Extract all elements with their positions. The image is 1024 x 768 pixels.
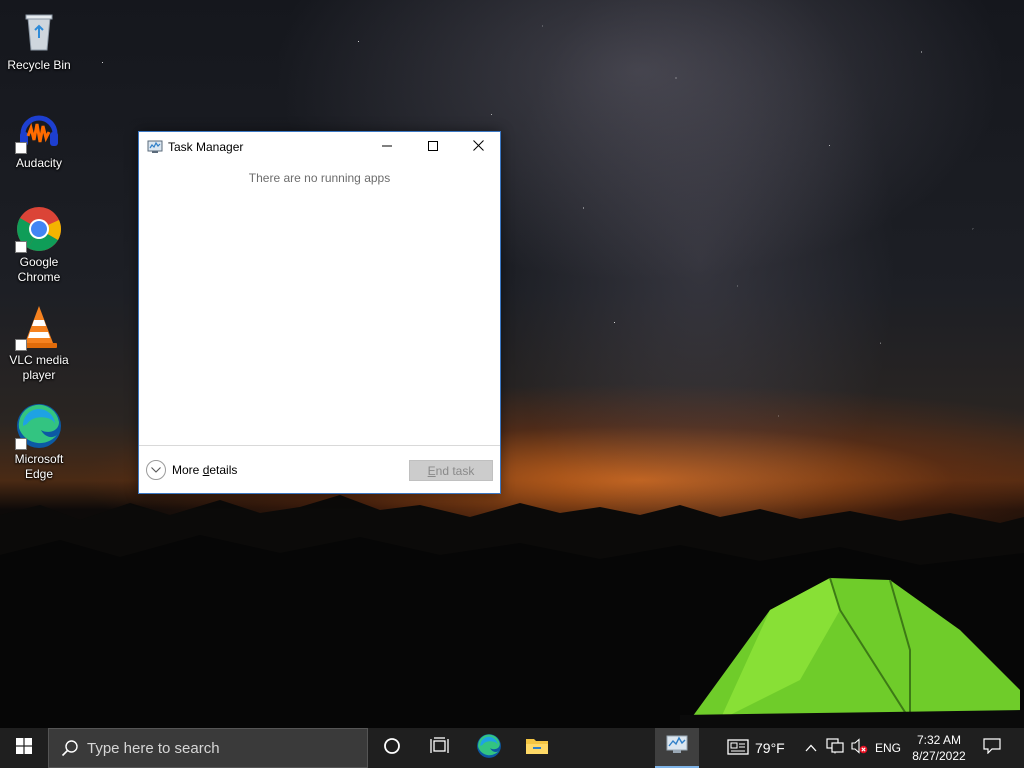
desktop-icon-google-chrome[interactable]: Google Chrome	[4, 205, 74, 285]
more-details-label: More details	[172, 463, 238, 477]
news-weather-icon	[727, 738, 749, 758]
desktop-icon-label: Recycle Bin	[7, 58, 71, 72]
folder-icon	[525, 736, 549, 761]
audacity-icon	[15, 106, 63, 154]
desktop-icon-label: VLC media player	[9, 353, 69, 382]
taskbar-edge-button[interactable]	[467, 728, 511, 768]
chevron-up-icon	[805, 739, 817, 757]
edge-icon	[476, 733, 502, 764]
start-button[interactable]	[0, 728, 48, 768]
weather-widget[interactable]: 79°F	[727, 728, 785, 768]
edge-icon	[15, 402, 63, 450]
maximize-button[interactable]	[410, 132, 456, 161]
desktop-icon-audacity[interactable]: Audacity	[4, 106, 74, 171]
shortcut-arrow-icon	[15, 142, 27, 154]
task-manager-window[interactable]: Task Manager There are no running apps M…	[138, 131, 501, 494]
maximize-icon	[428, 138, 438, 156]
green-tent	[680, 577, 1024, 728]
network-button[interactable]	[824, 728, 846, 768]
taskbar-clock[interactable]: 7:32 AM 8/27/2022	[906, 731, 972, 765]
taskbar-file-explorer-button[interactable]	[515, 728, 559, 768]
divider	[139, 445, 500, 446]
end-task-button[interactable]: End task	[409, 460, 493, 481]
windows-logo-icon	[16, 737, 32, 759]
recycle-bin-icon	[15, 8, 63, 56]
clock-date: 8/27/2022	[912, 749, 966, 763]
search-input[interactable]	[87, 739, 347, 757]
desktop-icon-vlc[interactable]: VLC media player	[4, 303, 74, 383]
task-view-icon	[430, 736, 450, 760]
task-manager-icon	[665, 734, 689, 761]
empty-apps-message: There are no running apps	[248, 171, 391, 185]
close-button[interactable]	[455, 132, 501, 161]
input-language-indicator[interactable]: ENG	[872, 728, 904, 768]
more-details-toggle[interactable]: More details	[146, 460, 237, 480]
cortana-circle-icon	[383, 737, 401, 760]
window-title: Task Manager	[168, 140, 244, 154]
network-icon	[826, 737, 844, 759]
desktop-icon-label: Google Chrome	[17, 255, 61, 284]
taskbar-search-box[interactable]	[48, 728, 368, 768]
search-icon	[61, 739, 79, 757]
taskbar-task-manager-button[interactable]	[655, 728, 699, 768]
clock-time: 7:32 AM	[916, 733, 962, 747]
taskbar: 79°F ENG 7:32 AM 8/27/2022	[0, 728, 1024, 768]
minimize-button[interactable]	[364, 132, 410, 161]
desktop-icon-label: Microsoft Edge	[14, 452, 64, 481]
desktop-icon-recycle-bin[interactable]: Recycle Bin	[4, 8, 74, 73]
action-center-button[interactable]	[972, 728, 1012, 768]
shortcut-arrow-icon	[15, 438, 27, 450]
weather-temperature: 79°F	[755, 740, 785, 756]
volume-button[interactable]	[848, 728, 870, 768]
shortcut-arrow-icon	[15, 241, 27, 253]
task-view-button[interactable]	[418, 728, 462, 768]
title-bar[interactable]: Task Manager	[139, 132, 500, 162]
vlc-cone-icon	[15, 303, 63, 351]
minimize-icon	[382, 138, 392, 156]
chevron-down-icon	[146, 460, 166, 480]
cortana-button[interactable]	[370, 728, 414, 768]
show-hidden-icons-button[interactable]	[800, 728, 822, 768]
desktop-icon-microsoft-edge[interactable]: Microsoft Edge	[4, 402, 74, 482]
chrome-icon	[15, 205, 63, 253]
task-manager-icon	[147, 139, 163, 155]
volume-muted-icon	[850, 737, 868, 759]
desktop-icon-label: Audacity	[15, 156, 63, 170]
notification-icon	[983, 737, 1001, 759]
close-icon	[472, 138, 484, 156]
shortcut-arrow-icon	[15, 339, 27, 351]
